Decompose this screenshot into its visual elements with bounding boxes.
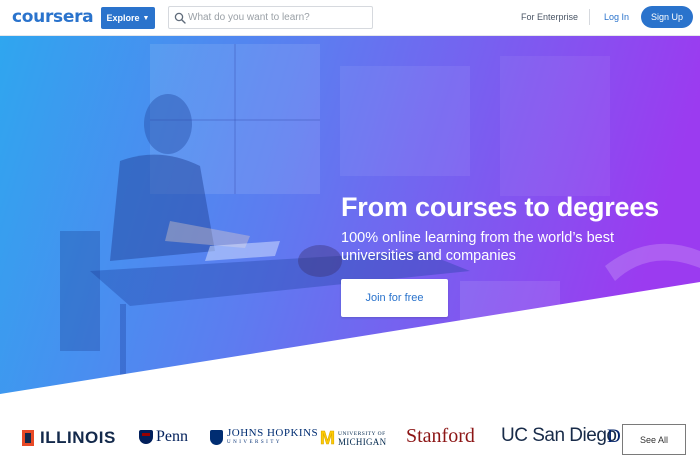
illinois-logo[interactable]: ILLINOIS — [22, 428, 116, 448]
michigan-wordmark: UNIVERSITY OF MICHIGAN — [338, 431, 386, 447]
explore-label: Explore — [106, 13, 140, 23]
hero-title: From courses to degrees — [341, 192, 660, 222]
penn-shield-icon — [139, 430, 153, 444]
chevron-down-icon: ▼ — [142, 14, 150, 22]
stanford-logo[interactable]: Stanford — [406, 425, 475, 448]
michigan-block-m-icon: M — [320, 428, 336, 449]
duke-logo[interactable]: D — [607, 426, 621, 448]
duke-wordmark: D — [607, 426, 621, 447]
michigan-logo[interactable]: M UNIVERSITY OF MICHIGAN — [320, 428, 386, 449]
jhu-line2: UNIVERSITY — [227, 440, 282, 445]
coursera-logo[interactable]: coursera — [12, 7, 94, 27]
search-box[interactable] — [168, 6, 373, 29]
michigan-line2: MICHIGAN — [338, 436, 387, 447]
penn-wordmark: Penn — [156, 428, 188, 445]
ucsd-wordmark: UC San Diego — [501, 425, 617, 446]
johns-hopkins-logo[interactable]: JOHNS HOPKINS UNIVERSITY — [210, 428, 318, 446]
nav-divider — [589, 9, 590, 25]
penn-logo[interactable]: Penn — [139, 428, 188, 446]
jhu-wordmark: JOHNS HOPKINS UNIVERSITY — [227, 428, 318, 446]
join-for-free-button[interactable]: Join for free — [341, 279, 448, 317]
partner-logos-strip: ILLINOIS Penn JOHNS HOPKINS UNIVERSITY M… — [0, 414, 700, 462]
jhu-shield-icon — [210, 429, 223, 445]
ucsd-logo[interactable]: UC San Diego — [501, 425, 617, 447]
for-enterprise-link[interactable]: For Enterprise — [521, 12, 578, 22]
illinois-block-i-icon — [22, 430, 34, 446]
hero-subtitle: 100% online learning from the world’s be… — [341, 230, 614, 264]
search-input[interactable] — [188, 8, 368, 27]
top-nav-bar: coursera Explore ▼ For Enterprise Log In… — [0, 0, 700, 36]
stanford-wordmark: Stanford — [406, 425, 475, 447]
illinois-wordmark: ILLINOIS — [40, 428, 116, 447]
login-link[interactable]: Log In — [604, 12, 629, 22]
signup-button[interactable]: Sign Up — [641, 6, 693, 28]
jhu-line1: JOHNS HOPKINS — [227, 427, 319, 439]
search-icon — [174, 12, 186, 24]
explore-button[interactable]: Explore ▼ — [101, 7, 155, 29]
see-all-button[interactable]: See All — [622, 424, 686, 455]
hero-banner: From courses to degrees 100% online lear… — [0, 36, 700, 394]
